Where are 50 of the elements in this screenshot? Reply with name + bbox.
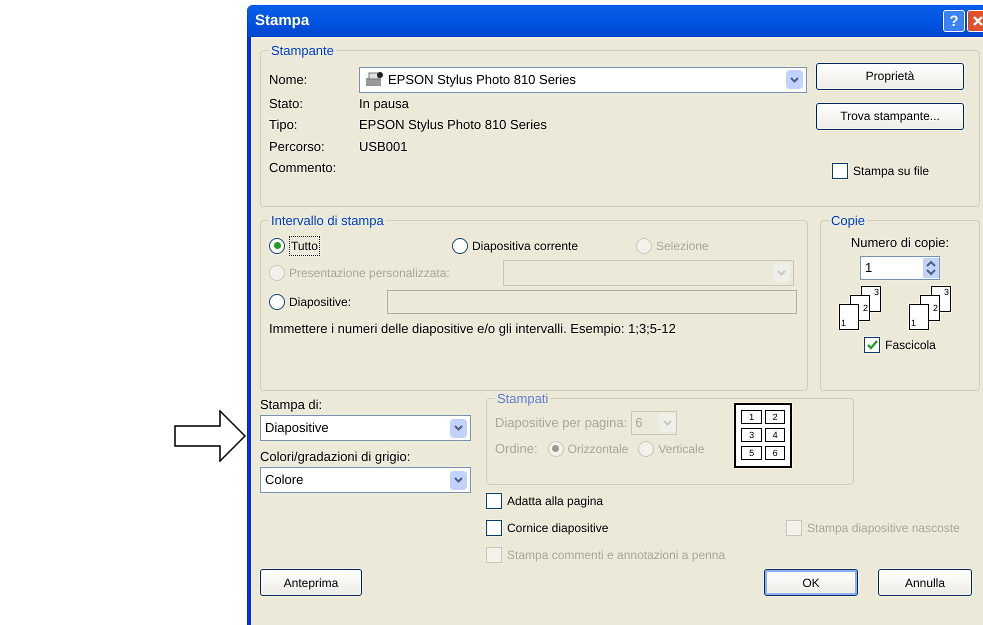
slide-number: 4 [764, 428, 786, 442]
field-label: Stampa di: [260, 396, 324, 414]
group-title: Stampati [496, 390, 550, 408]
info-label: Percorso: [269, 138, 326, 156]
checkbox[interactable]: Cornice diapositive [486, 519, 786, 537]
arrow-icon [174, 410, 246, 462]
info-value: In pausa [359, 94, 409, 113]
info-label: Commento: [269, 159, 338, 177]
slide-number: 5 [741, 446, 762, 460]
field-label: Colori/gradazioni di grigio: [260, 448, 412, 466]
group-title: Intervallo di stampa [270, 212, 385, 230]
cancel-button[interactable]: Annulla [878, 569, 972, 596]
group-title: Stampante [270, 42, 335, 60]
slide-number: 2 [764, 410, 786, 424]
info-label: Tipo: [269, 116, 298, 134]
spin-arrows-icon[interactable] [923, 258, 939, 278]
slide-number: 6 [764, 446, 786, 460]
info-value: EPSON Stylus Photo 810 Series [359, 116, 547, 134]
page-number: 1 [839, 304, 859, 330]
field-label: Nome: [269, 70, 308, 89]
checkbox[interactable]: Adatta alla pagina [486, 492, 786, 510]
ok-button[interactable]: OK [764, 569, 858, 596]
per-page-label: Diapositive per pagina: [495, 414, 628, 432]
order-label: Ordine: [495, 440, 538, 458]
copies-spinner[interactable]: 1 [860, 256, 940, 280]
slides-input[interactable] [387, 290, 797, 314]
preview-button[interactable]: Anteprima [260, 569, 362, 596]
checkmark-icon [866, 340, 878, 350]
range-hint: Immettere i numeri delle diapositive e/o gli intervalli. Esempio: 1;3;5-12 [269, 320, 677, 338]
window-title: Stampa [255, 10, 310, 31]
radio-button[interactable]: Diapositiva corrente [452, 236, 636, 254]
checkbox[interactable]: Fascicola [864, 336, 936, 354]
info-value: USB001 [359, 138, 408, 156]
close-icon[interactable] [967, 10, 983, 32]
printer-select[interactable]: EPSON Stylus Photo 810 Series [359, 66, 807, 92]
group-title: Copie [830, 212, 866, 230]
info-label: Stato: [269, 94, 304, 112]
print-what-select[interactable]: Diapositive [260, 415, 471, 441]
radio-button[interactable]: Diapositive: [269, 292, 387, 310]
radio-button[interactable]: Tutto [269, 236, 452, 256]
slide-number: 3 [741, 428, 762, 442]
find-printer-button[interactable]: Trova stampante... [816, 102, 964, 130]
copies-label: Numero di copie: [850, 234, 950, 252]
page-number: 1 [909, 304, 929, 330]
printer-icon [364, 70, 384, 88]
slide-number: 1 [741, 410, 762, 424]
properties-button[interactable]: Proprietà [816, 62, 964, 90]
help-button[interactable]: ? [943, 10, 965, 32]
checkbox[interactable]: Stampa su file [832, 162, 930, 180]
color-select[interactable]: Colore [260, 467, 471, 493]
